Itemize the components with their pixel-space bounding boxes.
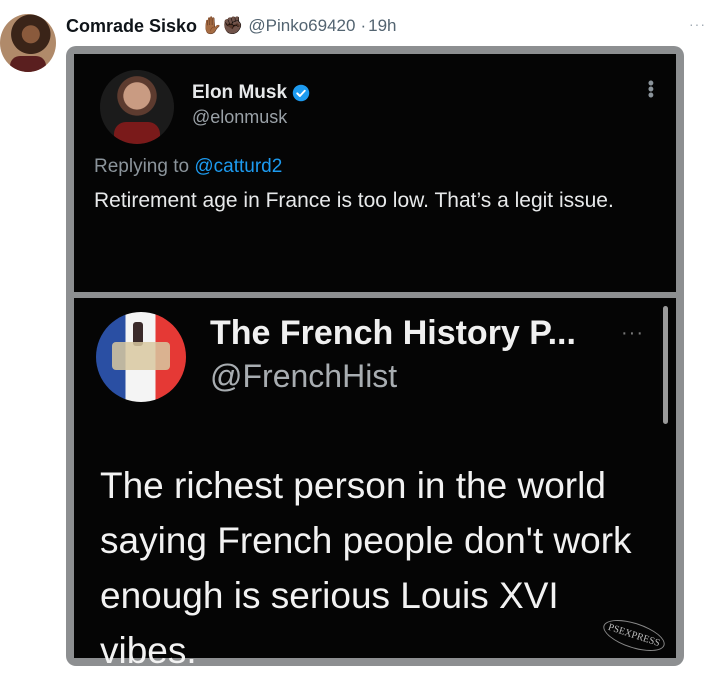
french-flag-avatar	[96, 312, 186, 402]
separator-dot: ·	[360, 16, 367, 35]
elon-handle: @elonmusk	[192, 107, 288, 127]
vertical-dots-icon: • • •	[647, 73, 654, 105]
tweet-header: Comrade Sisko ✋🏾✊🏿 @Pinko69420 · 19h	[66, 14, 397, 38]
quoted-frenchhist-tweet: The French History P... @FrenchHist ··· …	[74, 298, 676, 666]
elon-display-name: Elon Musk	[192, 82, 288, 103]
replying-to-line: Replying to @catturd2	[94, 156, 282, 178]
quoted-elon-tweet: Elon Musk @elonmusk • • • Replying to @cat…	[74, 54, 676, 292]
user-avatar[interactable]	[0, 14, 56, 72]
replying-mention: @catturd2	[194, 156, 283, 177]
more-options-icon[interactable]: ···	[689, 16, 706, 32]
timestamp[interactable]: 19h	[368, 16, 396, 36]
tweet-media-image[interactable]: Elon Musk @elonmusk • • • Replying to @cat…	[66, 46, 684, 666]
display-name[interactable]: Comrade Sisko	[66, 16, 197, 37]
replying-prefix: Replying to	[94, 156, 190, 177]
scrollbar	[663, 306, 668, 424]
frenchhist-display-name: The French History P...	[210, 314, 576, 352]
more-options-icon: ···	[621, 322, 644, 344]
frenchhist-handle: @FrenchHist	[210, 358, 398, 394]
hand-emoji-icon: ✋🏾✊🏿	[201, 16, 244, 35]
banner-seal-icon	[112, 342, 170, 370]
verified-badge-icon	[292, 84, 310, 102]
frenchhist-tweet-text: The richest person in the world saying F…	[100, 465, 632, 666]
elon-name-row: Elon Musk	[192, 82, 310, 104]
elon-tweet-text: Retirement age in France is too low. Tha…	[94, 189, 614, 212]
elon-avatar	[100, 70, 174, 144]
user-handle[interactable]: @Pinko69420	[248, 16, 355, 36]
